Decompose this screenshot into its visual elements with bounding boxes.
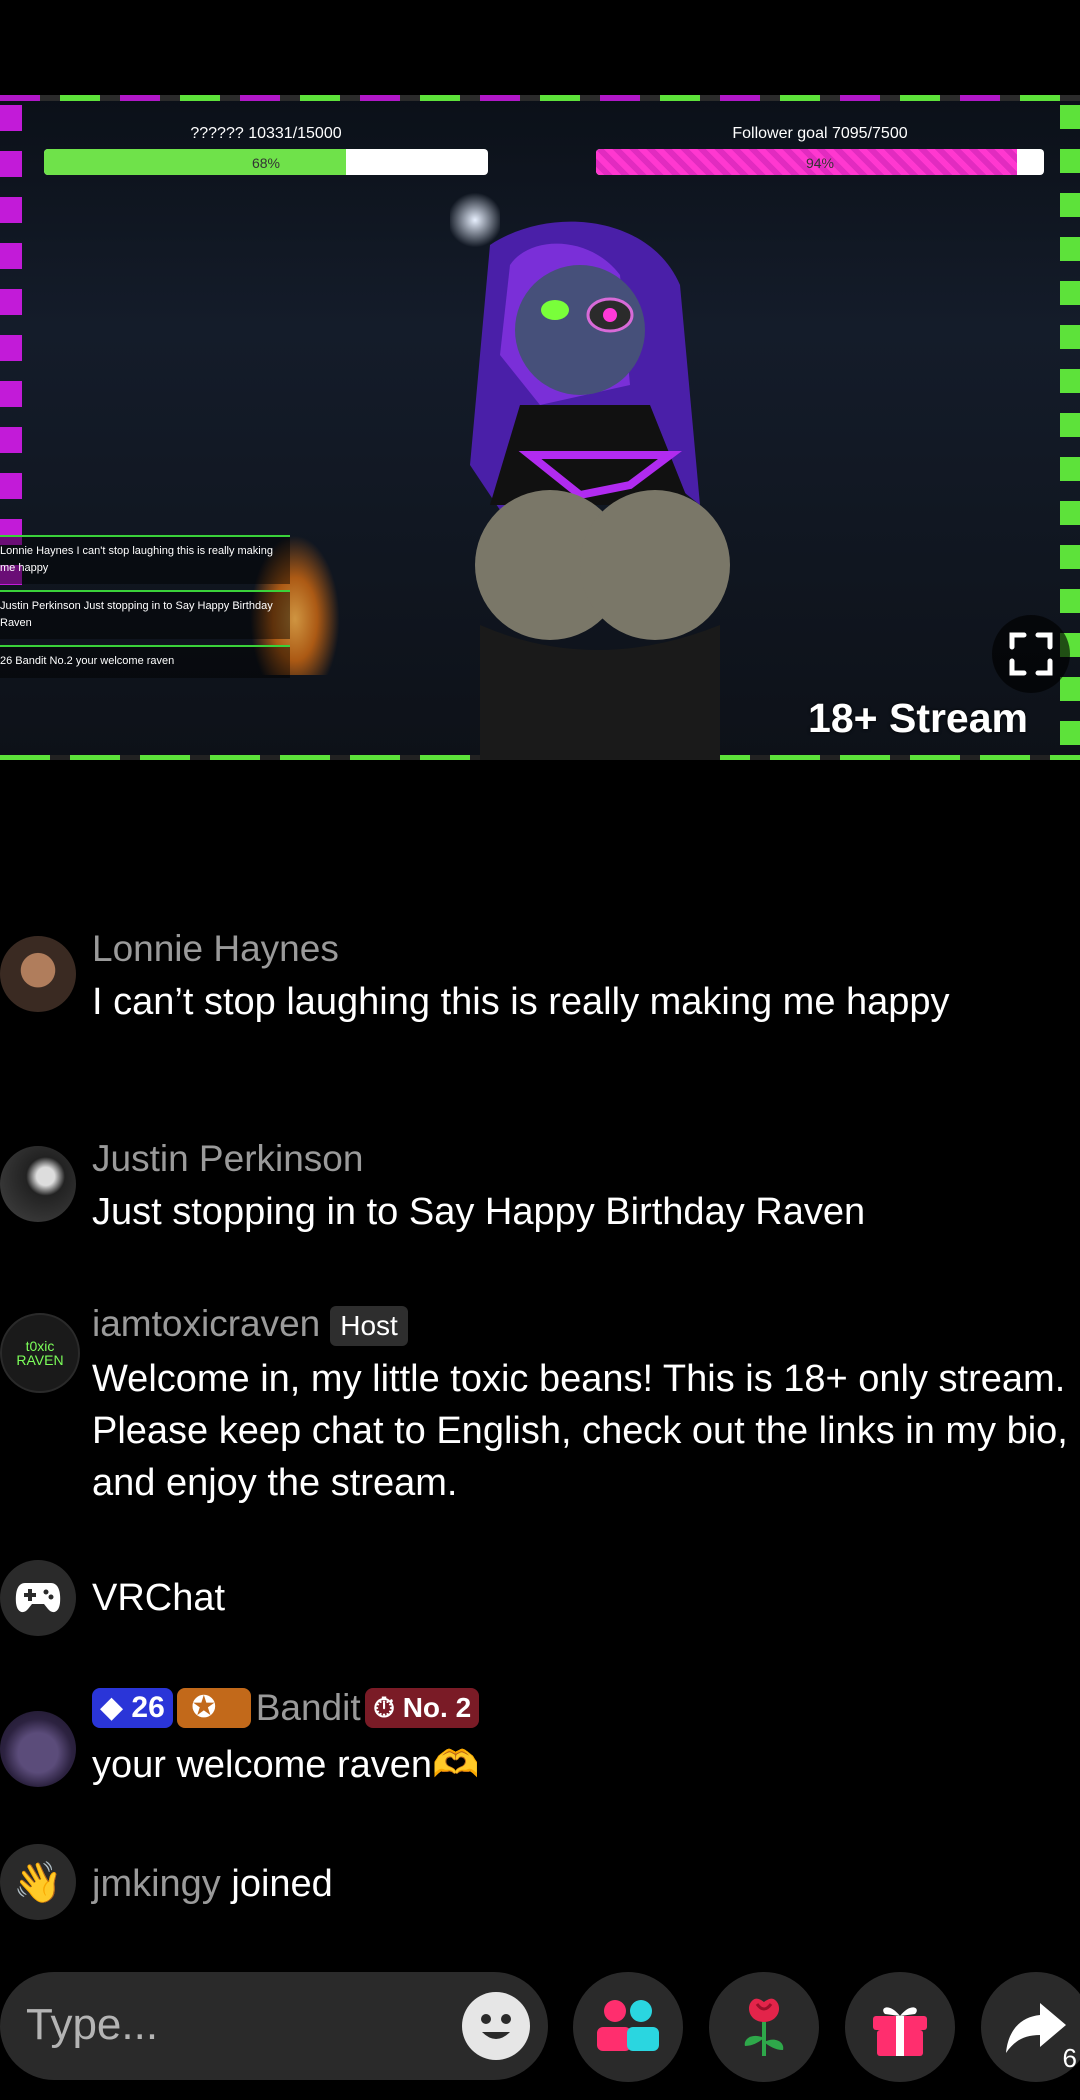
user-avatar[interactable]: [0, 1711, 76, 1787]
fan-club-badge: ✪: [177, 1688, 252, 1728]
rose-icon: [744, 1998, 784, 2056]
gem-level: 26: [131, 1691, 165, 1724]
host-tag: Host: [330, 1306, 408, 1347]
gift-goal-label: ?????? 10331/15000: [190, 125, 342, 142]
gem-level-badge: ◆ 26: [92, 1688, 173, 1728]
fullscreen-button[interactable]: [992, 615, 1070, 693]
gift-icon: [873, 2007, 927, 2056]
host-avatar[interactable]: t0xic RAVEN: [0, 1313, 80, 1393]
host-avatar-text: t0xic RAVEN: [16, 1338, 64, 1368]
share-button[interactable]: 6: [981, 1972, 1080, 2082]
gamepad-icon: [15, 1583, 61, 1613]
bottom-bar: Type... 6: [0, 1972, 1080, 2084]
gift-button[interactable]: [845, 1972, 955, 2082]
share-arrow-icon: [1006, 2003, 1066, 2053]
chat-username[interactable]: Bandit: [256, 1687, 361, 1728]
chat-username[interactable]: iamtoxicraven Host: [92, 1303, 408, 1347]
smiley-icon: [481, 2014, 511, 2039]
stream-frame-top: [0, 95, 1080, 101]
overlay-chat-line: Lonnie Haynes I can't stop laughing this…: [0, 535, 290, 584]
fullscreen-icon: [1009, 632, 1053, 676]
category-label[interactable]: VRChat: [92, 1572, 1080, 1624]
user-avatar[interactable]: [0, 1146, 76, 1222]
stream-frame-left: [0, 105, 22, 585]
user-avatar[interactable]: [0, 936, 76, 1012]
overlay-chat: Lonnie Haynes I can't stop laughing this…: [0, 535, 290, 755]
overlay-chat-line: Justin Perkinson Just stopping in to Say…: [0, 590, 290, 639]
follower-goal: Follower goal 7095/7500 94%: [596, 125, 1044, 185]
chat-text: Just stopping in to Say Happy Birthday R…: [92, 1191, 866, 1233]
gift-goal-percent: 68%: [251, 155, 281, 171]
rose-gift-button[interactable]: [709, 1972, 819, 2082]
joined-label: joined: [231, 1863, 333, 1905]
co-host-button[interactable]: [573, 1972, 683, 2082]
chat-username[interactable]: Lonnie Haynes: [92, 928, 339, 970]
gift-goal: ?????? 10331/15000 68%: [44, 125, 488, 185]
chat-text: your welcome raven🫶: [92, 1744, 480, 1786]
wave-icon: 👋: [0, 1844, 76, 1920]
host-username[interactable]: iamtoxicraven: [92, 1303, 320, 1344]
people-icon: [597, 2000, 659, 2051]
emoji-button[interactable]: [462, 1992, 530, 2060]
stream-player[interactable]: ?????? 10331/15000 68% Follower goal 709…: [0, 95, 1080, 760]
chat-input-placeholder: Type...: [26, 2000, 159, 2049]
chat-text: Welcome in, my little toxic beans! This …: [92, 1358, 1068, 1504]
chat-username[interactable]: Justin Perkinson: [92, 1138, 363, 1180]
overlay-chat-line: 26 Bandit No.2 your welcome raven: [0, 645, 290, 678]
share-count: 6: [1062, 2043, 1077, 2073]
follower-goal-label: Follower goal 7095/7500: [732, 125, 908, 142]
chat-text: I can’t stop laughing this is really mak…: [92, 981, 950, 1023]
rank-label: No. 2: [402, 1692, 472, 1723]
rank-badge: ⏱ No. 2: [365, 1688, 480, 1728]
vtuber-avatar: [470, 221, 730, 760]
stream-rating-label: 18+ Stream: [808, 695, 1028, 741]
joined-username[interactable]: jmkingy: [92, 1863, 221, 1905]
follower-goal-percent: 94%: [805, 155, 835, 171]
category-icon-wrap: [0, 1560, 76, 1636]
user-badges: ◆ 26 ✪ Bandit ⏱ No. 2: [92, 1687, 480, 1729]
